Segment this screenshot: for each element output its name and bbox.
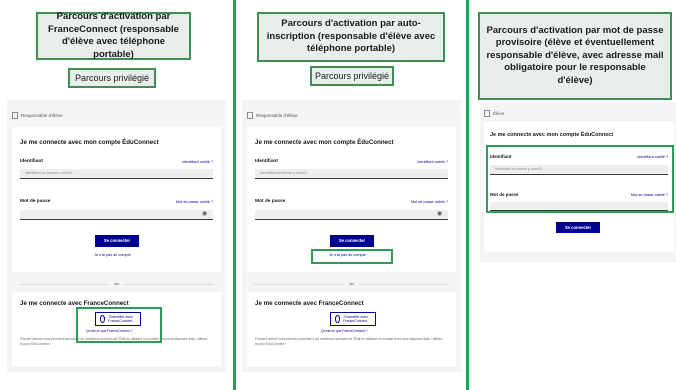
login-button[interactable]: Se connecter [330, 235, 374, 247]
highlight-franceconnect [76, 307, 162, 343]
password-forgot-link[interactable]: Mot de passe oublié ? [411, 200, 448, 204]
franceconnect-button[interactable]: S'identifier avec FranceConnect [330, 312, 376, 326]
highlight-login-fields [486, 145, 674, 213]
preferred-badge: Parcours privilégié [68, 68, 156, 88]
role-text: Responsable d'élève [21, 113, 63, 118]
user-icon [12, 112, 18, 119]
or-separator: ou [114, 281, 119, 286]
educonnect-card: Je me connecte avec mon compte ÉduConnec… [12, 127, 221, 272]
password-label: Mot de passe [20, 199, 51, 204]
identifiant-input[interactable]: Identifiant au format p.nomXX [20, 169, 213, 179]
login-panel: Responsable d'élève Je me connecte avec … [242, 100, 461, 372]
login-button[interactable]: Se connecter [556, 222, 600, 233]
user-icon [484, 110, 490, 117]
login-title: Je me connecte avec mon compte ÉduConnec… [490, 132, 614, 138]
fc-title: Je me connecte avec FranceConnect [20, 300, 129, 307]
or-separator: ou [349, 281, 354, 286]
role-text: Élève [493, 111, 505, 116]
divider-right [124, 284, 214, 285]
no-account-link[interactable]: Je n'ai pas de compte [94, 253, 131, 257]
preferred-badge: Parcours privilégié [310, 66, 394, 86]
column-franceconnect: Parcours d'activation par FranceConnect … [0, 0, 232, 390]
column-divider-2 [466, 0, 469, 390]
user-icon [247, 112, 253, 119]
identifiant-forgot-link[interactable]: Identifiant oublié ? [417, 160, 448, 164]
franceconnect-logo-icon [335, 315, 341, 323]
column-divider-1 [233, 0, 236, 390]
eye-icon[interactable]: ◉ [202, 210, 207, 217]
identifiant-label: Identifiant [255, 159, 278, 164]
column-header: Parcours d'activation par auto-inscripti… [257, 12, 445, 62]
column-header-text: Parcours d'activation par mot de passe p… [486, 24, 664, 86]
role-text: Responsable d'élève [256, 113, 298, 118]
column-header-text: Parcours d'activation par auto-inscripti… [266, 18, 436, 55]
login-button[interactable]: Se connecter [95, 235, 139, 247]
password-input[interactable] [255, 210, 448, 220]
divider-right [359, 284, 449, 285]
login-title: Je me connecte avec mon compte ÉduConnec… [255, 139, 394, 146]
divider-left [19, 284, 109, 285]
column-header-text: Parcours d'activation par FranceConnect … [48, 11, 179, 60]
identifiant-forgot-link[interactable]: Identifiant oublié ? [182, 160, 213, 164]
divider-left [254, 284, 344, 285]
column-header: Parcours d'activation par mot de passe p… [478, 12, 672, 100]
column-auto-inscription: Parcours d'activation par auto-inscripti… [237, 0, 465, 390]
role-label: Responsable d'élève [247, 112, 298, 119]
column-temporary-password: Parcours d'activation par mot de passe p… [470, 0, 676, 390]
password-label: Mot de passe [255, 199, 286, 204]
password-input[interactable] [20, 210, 213, 220]
password-forgot-link[interactable]: Mot de passe oublié ? [176, 200, 213, 204]
fc-title: Je me connecte avec FranceConnect [255, 300, 364, 307]
identifiant-input[interactable]: Identifiant au format p.nomXX [255, 169, 448, 179]
column-header: Parcours d'activation par FranceConnect … [36, 11, 191, 60]
fc-note: FranceConnect vous permet d'accéder à de… [255, 337, 444, 346]
role-label: Responsable d'élève [12, 112, 63, 119]
what-is-fc-link[interactable]: Qu'est-ce que FranceConnect ? [321, 329, 368, 333]
role-label: Élève [484, 110, 504, 117]
identifiant-label: Identifiant [20, 159, 43, 164]
login-title: Je me connecte avec mon compte ÉduConnec… [20, 139, 159, 146]
highlight-no-account [311, 249, 393, 264]
franceconnect-card: Je me connecte avec FranceConnect S'iden… [247, 292, 456, 366]
eye-icon[interactable]: ◉ [437, 210, 442, 217]
fc-button-label: S'identifier avec FranceConnect [343, 315, 368, 323]
